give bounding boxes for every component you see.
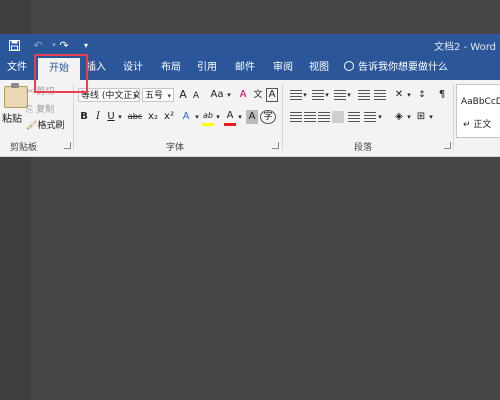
chevron-down-icon[interactable]: ▾ — [237, 110, 243, 124]
line-spacing-icon[interactable] — [364, 112, 376, 122]
chevron-down-icon[interactable]: ▾ — [302, 88, 308, 102]
bullets-icon[interactable] — [290, 90, 302, 100]
font-name-value: 等线 (中文正文) — [81, 91, 140, 101]
shrink-font-button[interactable]: A — [191, 89, 201, 103]
font-size-value: 五号 — [145, 91, 164, 101]
search-icon — [344, 61, 354, 71]
chevron-down-icon[interactable]: ▾ — [194, 110, 200, 124]
sort-icon[interactable]: ↕ — [416, 88, 428, 102]
chevron-down-icon[interactable]: ▾ — [117, 110, 123, 124]
tab-view[interactable]: 视图 — [302, 56, 336, 80]
clear-format-button[interactable]: A — [236, 88, 250, 102]
increase-indent-icon[interactable] — [374, 90, 386, 100]
highlight-button[interactable]: ab — [202, 109, 214, 123]
numbering-icon[interactable] — [312, 90, 324, 100]
grow-font-button[interactable]: A — [177, 88, 189, 102]
group-divider — [453, 84, 454, 150]
clipboard-launcher-icon[interactable] — [64, 142, 71, 149]
brush-icon: 🖌 — [26, 121, 38, 131]
document-title: 文档2 - Word — [433, 42, 496, 53]
underline-button[interactable]: U — [106, 110, 116, 124]
chevron-down-icon: ▾ — [167, 92, 171, 100]
font-color-bar — [224, 123, 236, 126]
align-right-icon[interactable] — [318, 112, 330, 122]
format-painter-label: 格式刷 — [37, 121, 65, 131]
copy-button[interactable]: ⎘ 复制 — [26, 102, 54, 115]
chevron-down-icon[interactable]: ▾ — [215, 110, 221, 124]
clipboard-group-label: 剪贴板 — [10, 143, 38, 153]
character-shading-button[interactable]: A — [246, 110, 258, 124]
strikethrough-button[interactable]: abc — [126, 110, 144, 124]
show-marks-icon[interactable]: ¶ — [436, 88, 448, 102]
tab-mailings[interactable]: 邮件 — [228, 56, 262, 80]
word-window: ↶ ▾ ↷ ▾ 文档2 - Word 文件 开始 插入 设计 布局 引用 邮件 … — [0, 34, 500, 157]
borders-icon[interactable]: ⊞ — [414, 110, 428, 124]
paste-icon[interactable] — [4, 83, 28, 108]
paragraph-launcher-icon[interactable] — [444, 142, 451, 149]
bold-button[interactable]: B — [78, 110, 90, 124]
subscript-button[interactable]: x₂ — [146, 110, 160, 124]
group-divider — [73, 84, 74, 150]
chevron-down-icon[interactable]: ▾ — [324, 88, 330, 102]
distributed-icon[interactable] — [348, 112, 360, 122]
customize-qat-icon[interactable]: ▾ — [78, 37, 94, 53]
undo-icon[interactable]: ↶ — [30, 37, 46, 53]
align-center-icon[interactable] — [304, 112, 316, 122]
chevron-down-icon[interactable]: ▾ — [406, 110, 412, 124]
multilevel-list-icon[interactable] — [334, 90, 346, 100]
save-icon[interactable] — [6, 37, 22, 53]
superscript-button[interactable]: x² — [162, 110, 176, 124]
tell-me-search[interactable]: 告诉我你想要做什么 — [344, 56, 448, 80]
change-case-button[interactable]: Aa — [208, 88, 226, 102]
chevron-down-icon[interactable]: ▾ — [346, 88, 352, 102]
shading-icon[interactable]: ◈ — [392, 110, 406, 124]
justify-icon[interactable] — [332, 111, 344, 123]
copy-label: 复制 — [36, 105, 55, 115]
font-color-button[interactable]: A — [224, 109, 236, 123]
paste-button[interactable]: 粘贴 — [2, 110, 22, 125]
tab-file[interactable]: 文件 — [0, 56, 34, 80]
chevron-down-icon: ▾ — [133, 92, 137, 100]
tab-design[interactable]: 设计 — [116, 56, 150, 80]
tab-layout[interactable]: 布局 — [154, 56, 188, 80]
text-effect-button[interactable]: A — [180, 110, 192, 124]
character-border-button[interactable]: A — [266, 88, 278, 102]
tell-me-text: 告诉我你想要做什么 — [358, 62, 448, 73]
style-name-normal: ↵ 正文 — [463, 120, 492, 130]
chevron-down-icon[interactable]: ▾ — [406, 88, 412, 102]
highlight-color-bar — [202, 123, 214, 126]
title-bar: ↶ ▾ ↷ ▾ 文档2 - Word — [0, 34, 500, 56]
style-gallery[interactable]: AaBbCcD ↵ 正文 — [456, 84, 500, 138]
chevron-down-icon[interactable]: ▾ — [428, 110, 434, 124]
align-left-icon[interactable] — [290, 112, 302, 122]
enclose-characters-button[interactable]: 字 — [260, 110, 276, 124]
paragraph-group-label: 段落 — [354, 143, 373, 153]
tab-review[interactable]: 审阅 — [266, 56, 300, 80]
chinese-layout-icon[interactable]: ✕ — [392, 88, 406, 102]
font-size-select[interactable]: 五号 ▾ — [142, 88, 174, 102]
group-divider — [282, 84, 283, 150]
font-launcher-icon[interactable] — [272, 142, 279, 149]
font-group-label: 字体 — [166, 143, 185, 153]
chevron-down-icon[interactable]: ▾ — [226, 88, 232, 102]
style-sample: AaBbCcD — [461, 97, 500, 107]
decrease-indent-icon[interactable] — [358, 90, 370, 100]
chevron-down-icon[interactable]: ▾ — [377, 110, 383, 124]
italic-button[interactable]: I — [93, 110, 103, 124]
format-painter-button[interactable]: 🖌格式刷 — [26, 118, 64, 131]
annotation-highlight-box — [34, 54, 88, 93]
phonetic-guide-button[interactable]: 文 — [252, 88, 264, 102]
redo-icon[interactable]: ↷ — [56, 37, 72, 53]
tab-references[interactable]: 引用 — [190, 56, 224, 80]
